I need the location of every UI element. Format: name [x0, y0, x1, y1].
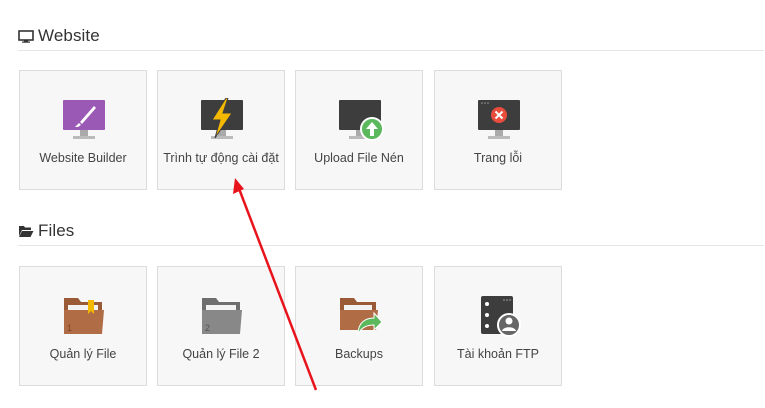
tile-ftp-account[interactable]: Tài khoản FTP	[434, 266, 562, 386]
svg-text:2: 2	[205, 323, 210, 333]
tile-label: Backups	[335, 347, 383, 361]
error-page-icon	[475, 98, 523, 142]
tile-auto-installer[interactable]: Trình tự động cài đặt	[157, 70, 285, 190]
tile-label: Website Builder	[39, 151, 127, 165]
folder-open-icon	[18, 223, 34, 239]
auto-installer-icon	[198, 97, 246, 142]
tile-backups[interactable]: Backups	[295, 266, 423, 386]
tile-upload-archive[interactable]: Upload File Nén	[295, 70, 423, 190]
file-manager-2-icon: 2	[198, 294, 246, 338]
tile-label: Trình tự động cài đặt	[163, 151, 279, 165]
website-builder-icon	[60, 98, 108, 142]
backups-icon	[336, 294, 384, 338]
tile-label: Quản lý File	[49, 347, 117, 361]
tile-label: Trang lỗi	[473, 151, 523, 165]
tile-file-manager-2[interactable]: 2 Quản lý File 2	[157, 266, 285, 386]
ftp-account-icon	[475, 294, 523, 338]
tile-error-page[interactable]: Trang lỗi	[434, 70, 562, 190]
tile-label: Tài khoản FTP	[457, 347, 539, 361]
svg-text:1: 1	[67, 323, 72, 333]
section-header-files: Files	[18, 217, 764, 246]
tile-website-builder[interactable]: Website Builder	[19, 70, 147, 190]
file-manager-icon: 1	[60, 294, 108, 338]
section-header-website: Website	[18, 22, 764, 51]
upload-archive-icon	[336, 98, 384, 142]
section-title-website: Website	[38, 26, 100, 45]
tile-label: Quản lý File 2	[182, 347, 260, 361]
monitor-icon	[18, 28, 34, 44]
tile-file-manager[interactable]: 1 Quản lý File	[19, 266, 147, 386]
tile-label: Upload File Nén	[314, 151, 404, 165]
section-title-files: Files	[38, 221, 75, 240]
